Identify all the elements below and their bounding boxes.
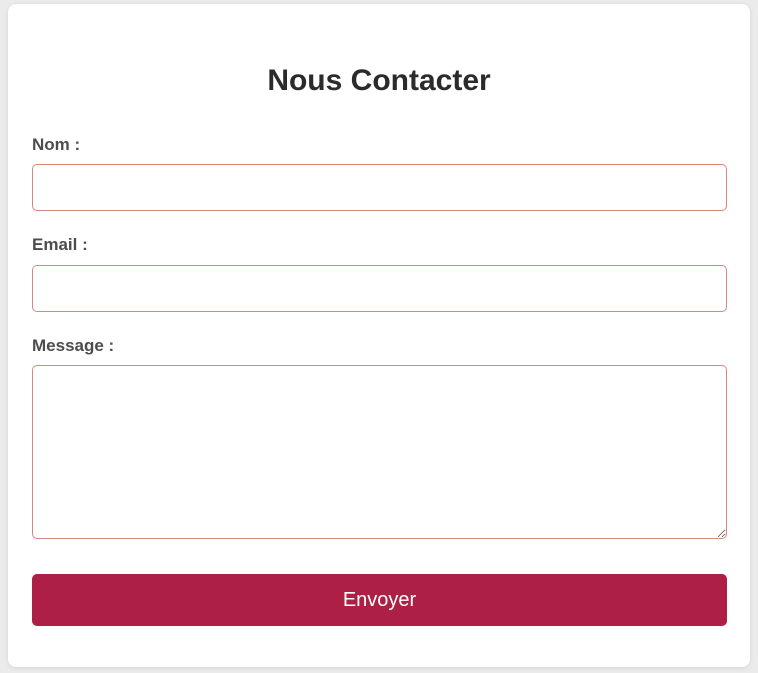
form-title: Nous Contacter (267, 64, 491, 97)
name-label: Nom : (32, 135, 81, 154)
message-label: Message : (32, 336, 115, 355)
email-input[interactable] (32, 265, 727, 312)
name-input[interactable] (32, 164, 727, 211)
submit-button[interactable]: Envoyer (32, 574, 727, 626)
email-label: Email : (32, 235, 88, 254)
contact-form-card: Nous Contacter Nom : Email : Message : E… (8, 4, 750, 667)
message-textarea[interactable] (32, 365, 727, 539)
